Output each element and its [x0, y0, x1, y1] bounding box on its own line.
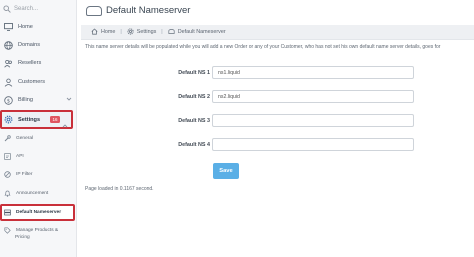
ns3-label: Default NS 3 [178, 118, 210, 124]
gear-icon [4, 115, 13, 124]
sidebar-item-billing[interactable]: $ Billing [2, 92, 75, 108]
sidebar-item-resellers[interactable]: Resellers [2, 55, 75, 71]
sidebar-item-label: Settings [18, 116, 41, 123]
sidebar-item-settings[interactable]: Settings 16 [0, 110, 73, 129]
home-icon [91, 27, 98, 37]
sidebar-subitem-label: General [16, 135, 34, 141]
sidebar-item-label: Home [18, 24, 33, 30]
users-icon [4, 59, 13, 68]
sidebar-item-customers[interactable]: Customers [2, 74, 75, 90]
server-icon [168, 28, 175, 37]
ns4-label: Default NS 4 [178, 142, 210, 148]
breadcrumb-separator: | [120, 29, 122, 35]
breadcrumb: Home | Settings | Default Nameserver [81, 25, 474, 40]
status-badge: 16 [50, 116, 60, 123]
ns2-label: Default NS 2 [178, 94, 210, 100]
sidebar-search[interactable]: Search... [3, 2, 75, 16]
svg-text:$: $ [7, 98, 10, 104]
breadcrumb-current: Default Nameserver [177, 29, 226, 35]
sidebar-subitem-label: Announcement [16, 190, 49, 196]
user-icon [4, 78, 13, 87]
ns2-field[interactable] [212, 90, 414, 103]
ns1-field[interactable] [212, 66, 414, 79]
sidebar-subitem-general[interactable]: General [3, 132, 75, 144]
ns1-label: Default NS 1 [178, 70, 210, 76]
filter-icon [4, 170, 11, 178]
ns4-field[interactable] [212, 138, 414, 151]
server-icon [4, 209, 11, 216]
gear-icon [127, 27, 134, 37]
code-icon [4, 152, 11, 160]
tag-icon [4, 227, 11, 234]
sidebar: Search... Home Domains Resellers Custome… [0, 0, 77, 257]
sidebar-item-home[interactable]: Home [2, 19, 75, 35]
breadcrumb-separator: | [161, 29, 163, 35]
sidebar-item-label: Resellers [18, 60, 42, 66]
breadcrumb-settings-link[interactable]: Settings [137, 29, 156, 35]
sidebar-subitem-api[interactable]: API [3, 150, 75, 162]
breadcrumb-home-link[interactable]: Home [101, 29, 115, 35]
ns3-field[interactable] [212, 114, 414, 127]
page-load-time: Page loaded in 0.1167 second. [85, 186, 154, 192]
description-text: This name server details will be populat… [85, 44, 441, 50]
chevron-down-icon [66, 96, 72, 102]
sidebar-subitem-ip-filter[interactable]: IP Filter [3, 168, 75, 180]
globe-icon [4, 40, 13, 50]
sidebar-subitem-label: IP Filter [16, 171, 33, 177]
main-content: Default Nameserver Home | Settings | Def… [78, 0, 474, 257]
monitor-icon [4, 23, 13, 32]
save-button[interactable]: Save [213, 163, 239, 179]
server-icon [86, 6, 102, 16]
sidebar-item-label: Customers [18, 79, 46, 85]
sidebar-subitem-label: Default Nameserver [16, 210, 62, 215]
page-title: Default Nameserver [106, 5, 191, 16]
sidebar-item-domains[interactable]: Domains [2, 37, 75, 53]
search-icon [3, 5, 11, 13]
sidebar-subitem-announcement[interactable]: Announcement [3, 187, 75, 199]
sidebar-item-label: Domains [18, 42, 41, 48]
sidebar-subitem-row: Default Nameserver [3, 207, 75, 218]
sidebar-subitem-default-nameserver[interactable]: Default Nameserver [0, 204, 75, 221]
search-input[interactable]: Search... [14, 6, 38, 12]
sidebar-subitem-label: API [16, 153, 24, 159]
wrench-icon [4, 134, 11, 142]
bell-icon [4, 190, 11, 197]
sidebar-subitem-label-line2: Pricing [15, 235, 30, 240]
sidebar-item-label: Billing [18, 97, 33, 103]
dollar-icon: $ [4, 95, 13, 105]
